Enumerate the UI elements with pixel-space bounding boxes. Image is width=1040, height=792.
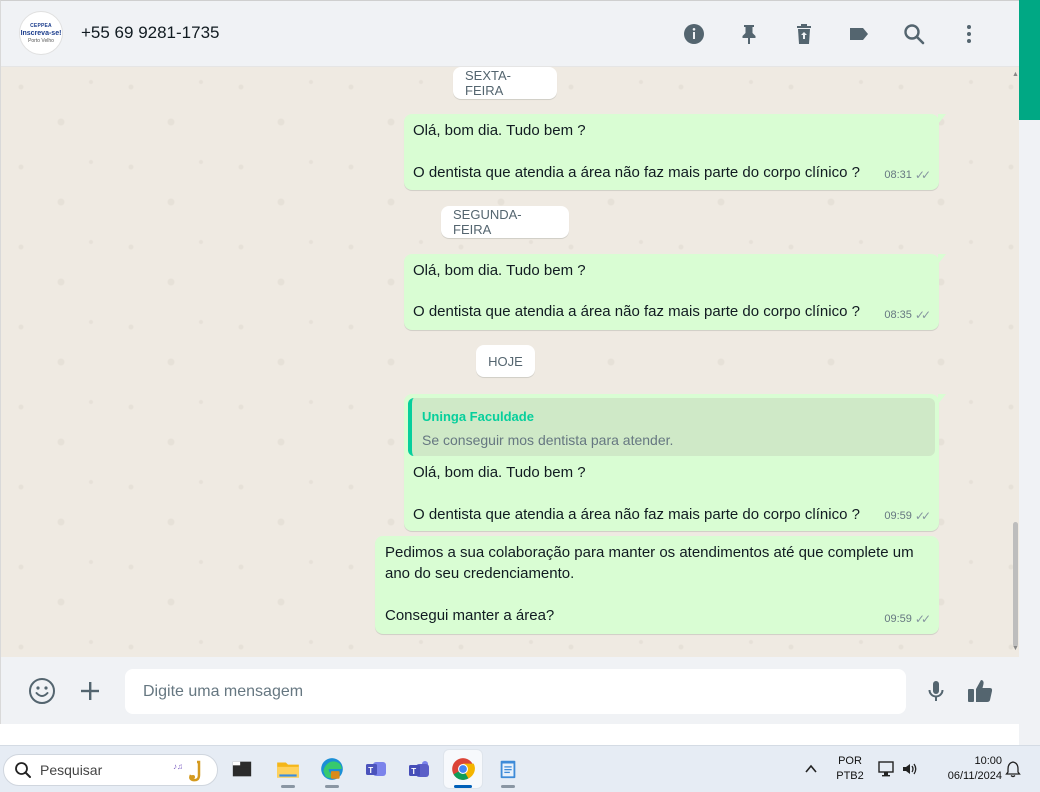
chat-header: CEPPEA Inscreva-se! Porto Velho +55 69 9… bbox=[1, 1, 1019, 67]
avatar-line3: Porto Velho bbox=[28, 37, 54, 44]
chrome-icon[interactable] bbox=[444, 750, 482, 788]
read-ticks-icon: ✓✓ bbox=[914, 612, 931, 626]
window-accent-strip bbox=[1019, 0, 1040, 120]
quote-author: Uninga Faculdade bbox=[422, 409, 534, 424]
window-side-panel bbox=[1019, 120, 1040, 745]
message-text: O dentista que atendia a área não faz ma… bbox=[413, 303, 860, 320]
edge-icon[interactable] bbox=[313, 750, 351, 788]
lang-line1: POR bbox=[838, 755, 862, 767]
microphone-icon[interactable] bbox=[920, 675, 952, 707]
message-meta: 09:59 ✓✓ bbox=[884, 506, 931, 527]
search-icon[interactable] bbox=[886, 18, 941, 50]
quoted-message[interactable]: Uninga Faculdade Se conseguir mos dentis… bbox=[408, 398, 935, 456]
emoji-icon[interactable] bbox=[26, 675, 58, 707]
scroll-thumb[interactable] bbox=[1013, 522, 1018, 647]
notepad-icon[interactable] bbox=[489, 750, 527, 788]
saxophone-icon: ♪♫ bbox=[173, 760, 201, 782]
notification-bell-icon[interactable] bbox=[1004, 760, 1022, 778]
scroll-up-icon[interactable]: ▲ bbox=[1012, 71, 1019, 78]
message-time: 09:59 bbox=[884, 510, 912, 522]
windows-taskbar: Pesquisar ♪♫ T T POR PTB2 10:00 06/11/20… bbox=[0, 745, 1040, 792]
read-ticks-icon: ✓✓ bbox=[914, 168, 931, 182]
message-meta: 09:59 ✓✓ bbox=[884, 609, 931, 630]
date-chip: SEGUNDA-FEIRA bbox=[441, 206, 569, 238]
message-text: Pedimos a sua colaboração para manter os… bbox=[385, 544, 914, 561]
date-chip: SEXTA-FEIRA bbox=[453, 67, 557, 99]
avatar[interactable]: CEPPEA Inscreva-se! Porto Velho bbox=[19, 11, 63, 55]
avatar-line1: CEPPEA bbox=[30, 22, 52, 29]
network-icon[interactable] bbox=[878, 760, 896, 778]
contact-name[interactable]: +55 69 9281-1735 bbox=[81, 23, 220, 43]
teams-icon[interactable]: T bbox=[400, 750, 438, 788]
message-text: O dentista que atendia a área não faz ma… bbox=[413, 164, 860, 181]
message-meta: 08:35 ✓✓ bbox=[884, 305, 931, 326]
message-bubble[interactable]: Pedimos a sua colaboração para manter os… bbox=[375, 536, 939, 634]
search-icon bbox=[15, 762, 31, 778]
whatsapp-window: CEPPEA Inscreva-se! Porto Velho +55 69 9… bbox=[0, 0, 1019, 724]
menu-icon[interactable] bbox=[941, 18, 996, 50]
message-bubble[interactable]: Olá, bom dia. Tudo bem ? O dentista que … bbox=[404, 114, 946, 190]
taskbar-search[interactable]: Pesquisar ♪♫ bbox=[3, 754, 218, 786]
clock-date: 06/11/2024 bbox=[947, 770, 1002, 782]
message-bubble[interactable]: Olá, bom dia. Tudo bem ? O dentista que … bbox=[404, 254, 946, 330]
input-language[interactable]: POR PTB2 bbox=[830, 754, 870, 784]
lang-line2: PTB2 bbox=[836, 770, 864, 782]
volume-icon[interactable] bbox=[901, 760, 919, 778]
message-composer bbox=[1, 657, 1019, 724]
pin-icon[interactable] bbox=[721, 18, 776, 50]
message-text: Olá, bom dia. Tudo bem ? bbox=[413, 464, 586, 481]
terminal-app-icon[interactable] bbox=[223, 750, 261, 788]
header-actions bbox=[666, 18, 996, 50]
date-chip: HOJE bbox=[476, 345, 535, 377]
file-explorer-icon[interactable] bbox=[269, 750, 307, 788]
tray-chevron-up-icon[interactable] bbox=[800, 758, 822, 780]
quote-text: Se conseguir mos dentista para atender. bbox=[422, 432, 674, 448]
message-text: Olá, bom dia. Tudo bem ? bbox=[413, 262, 586, 279]
message-text: Consegui manter a área? bbox=[385, 607, 555, 624]
scroll-down-icon[interactable]: ▼ bbox=[1012, 645, 1019, 652]
system-clock[interactable]: 10:00 06/11/2024 bbox=[930, 754, 1002, 784]
read-ticks-icon: ✓✓ bbox=[914, 308, 931, 322]
message-time: 08:31 bbox=[884, 169, 912, 181]
delete-icon[interactable] bbox=[776, 18, 831, 50]
clock-time: 10:00 bbox=[974, 755, 1002, 767]
message-meta: 08:31 ✓✓ bbox=[884, 165, 931, 186]
message-text: ano do seu credenciamento. bbox=[385, 565, 575, 582]
label-icon[interactable] bbox=[831, 18, 886, 50]
message-text: O dentista que atendia a área não faz ma… bbox=[413, 506, 860, 523]
message-text: Olá, bom dia. Tudo bem ? bbox=[413, 122, 586, 139]
message-input[interactable] bbox=[125, 669, 906, 714]
attach-plus-icon[interactable] bbox=[74, 675, 106, 707]
avatar-line2: Inscreva-se! bbox=[20, 29, 62, 37]
chat-scrollbar[interactable]: ▲ ▼ bbox=[1011, 67, 1019, 657]
search-label: Pesquisar bbox=[40, 762, 103, 778]
message-time: 08:35 bbox=[884, 309, 912, 321]
teams-classic-icon[interactable]: T bbox=[357, 750, 395, 788]
message-list[interactable]: SEXTA-FEIRA Olá, bom dia. Tudo bem ? O d… bbox=[1, 67, 1019, 657]
thumbs-up-icon[interactable] bbox=[964, 675, 996, 707]
message-time: 09:59 bbox=[884, 613, 912, 625]
svg-text:♪♫: ♪♫ bbox=[173, 762, 183, 771]
svg-text:T: T bbox=[368, 766, 373, 775]
svg-text:T: T bbox=[411, 767, 416, 776]
message-bubble[interactable]: Uninga Faculdade Se conseguir mos dentis… bbox=[404, 394, 946, 531]
read-ticks-icon: ✓✓ bbox=[914, 509, 931, 523]
info-icon[interactable] bbox=[666, 18, 721, 50]
